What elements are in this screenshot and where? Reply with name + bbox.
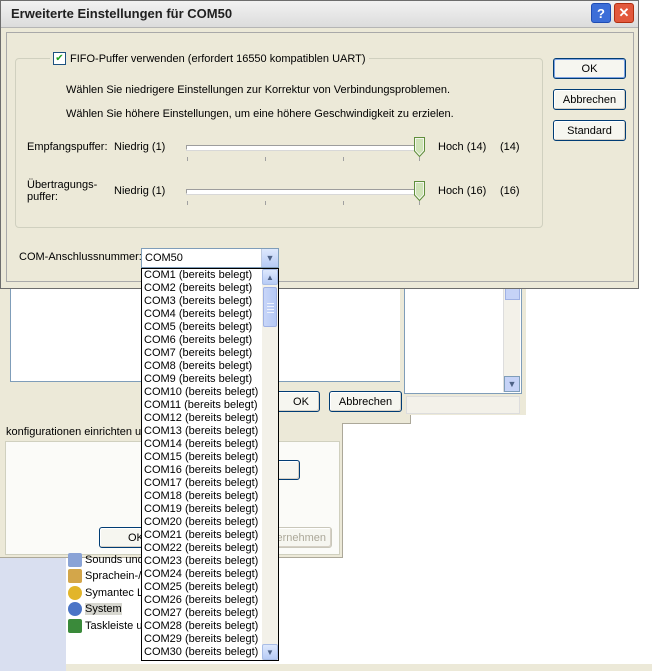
scroll-up-arrow-icon[interactable]: ▲ — [262, 269, 278, 285]
title-bar[interactable]: Erweiterte Einstellungen für COM50 ? ✕ — [1, 1, 638, 28]
chevron-down-icon[interactable]: ▼ — [261, 249, 278, 267]
hint-high-text: Wählen Sie höhere Einstellungen, um eine… — [66, 108, 454, 120]
transmit-buffer-label-2: puffer: — [27, 191, 58, 203]
dropdown-item[interactable]: COM30 (bereits belegt) — [142, 646, 263, 659]
transmit-high-label: Hoch (16) — [438, 185, 487, 197]
receive-tick — [265, 157, 266, 161]
receive-tick — [343, 157, 344, 161]
receive-low-label: Niedrig (1) — [114, 141, 166, 153]
background-cancel-button[interactable]: Abbrechen — [329, 391, 402, 412]
transmit-tick — [265, 201, 266, 205]
dialog-title: Erweiterte Einstellungen für COM50 — [11, 6, 233, 21]
dropdown-item[interactable]: COM10 (bereits belegt) — [142, 386, 263, 399]
symantec-icon — [68, 586, 82, 600]
transmit-slider-thumb[interactable] — [414, 181, 425, 201]
close-button[interactable]: ✕ — [614, 3, 634, 23]
dropdown-scroll-thumb[interactable] — [263, 287, 277, 327]
fifo-label: FIFO-Puffer verwenden (erfordert 16550 k… — [70, 52, 366, 65]
transmit-tick — [187, 201, 188, 205]
dropdown-item[interactable]: COM5 (bereits belegt) — [142, 321, 263, 334]
dropdown-scrollbar[interactable]: ▲ ▼ — [262, 269, 278, 660]
scroll-down-arrow-icon[interactable]: ▼ — [504, 376, 520, 392]
hint-low-text: Wählen Sie niedrigere Einstellungen zur … — [66, 84, 451, 96]
tree-item-sounds[interactable]: Sounds und — [68, 552, 144, 568]
background-window-2-text: konfigurationen einrichten u — [6, 426, 142, 438]
standard-button[interactable]: Standard — [553, 120, 626, 141]
dropdown-item[interactable]: COM3 (bereits belegt) — [142, 295, 263, 308]
dropdown-item[interactable]: COM26 (bereits belegt) — [142, 594, 263, 607]
dropdown-item[interactable]: COM13 (bereits belegt) — [142, 425, 263, 438]
background-hscrollbar[interactable] — [406, 396, 520, 414]
checkmark-icon: ✔ — [55, 52, 64, 64]
cancel-button[interactable]: Abbrechen — [553, 89, 626, 110]
dropdown-item[interactable]: COM17 (bereits belegt) — [142, 477, 263, 490]
dropdown-item[interactable]: COM8 (bereits belegt) — [142, 360, 263, 373]
dropdown-items: COM1 (bereits belegt) COM2 (bereits beleg… — [142, 269, 263, 659]
fifo-checkbox-row[interactable]: ✔ FIFO-Puffer verwenden (erfordert 16550… — [50, 52, 369, 65]
dropdown-item[interactable]: COM9 (bereits belegt) — [142, 373, 263, 386]
tree-item-language[interactable]: Sprachein-/ — [68, 568, 141, 584]
background-scrollbar[interactable]: ▼ — [503, 288, 520, 392]
tree-item-taskbar[interactable]: Taskleiste u — [68, 618, 142, 634]
dropdown-item[interactable]: COM1 (bereits belegt) — [142, 269, 263, 282]
sound-icon — [68, 553, 82, 567]
port-number-combobox[interactable]: COM50 ▼ — [141, 248, 279, 268]
receive-slider-thumb[interactable] — [414, 137, 425, 157]
receive-slider-track[interactable] — [186, 145, 422, 150]
dropdown-item[interactable]: COM25 (bereits belegt) — [142, 581, 263, 594]
dropdown-item[interactable]: COM7 (bereits belegt) — [142, 347, 263, 360]
dropdown-item[interactable]: COM18 (bereits belegt) — [142, 490, 263, 503]
dropdown-item[interactable]: COM12 (bereits belegt) — [142, 412, 263, 425]
dropdown-item[interactable]: COM27 (bereits belegt) — [142, 607, 263, 620]
dropdown-item[interactable]: COM23 (bereits belegt) — [142, 555, 263, 568]
receive-tick — [187, 157, 188, 161]
dropdown-item[interactable]: COM22 (bereits belegt) — [142, 542, 263, 555]
language-icon — [68, 569, 82, 583]
receive-value: (14) — [500, 141, 520, 153]
port-number-value: COM50 — [145, 252, 183, 264]
dropdown-item[interactable]: COM2 (bereits belegt) — [142, 282, 263, 295]
dropdown-item[interactable]: COM24 (bereits belegt) — [142, 568, 263, 581]
port-number-label: COM-Anschlussnummer: — [19, 251, 142, 263]
dropdown-item[interactable]: COM20 (bereits belegt) — [142, 516, 263, 529]
transmit-low-label: Niedrig (1) — [114, 185, 166, 197]
receive-buffer-label: Empfangspuffer: — [27, 141, 108, 153]
dropdown-item[interactable]: COM6 (bereits belegt) — [142, 334, 263, 347]
taskbar-icon — [68, 619, 82, 633]
transmit-tick — [343, 201, 344, 205]
help-button[interactable]: ? — [591, 3, 611, 23]
fifo-checkbox[interactable]: ✔ — [53, 52, 66, 65]
transmit-buffer-label-1: Übertragungs- — [27, 179, 98, 191]
transmit-slider-track[interactable] — [186, 189, 422, 194]
port-dropdown-list[interactable]: COM1 (bereits belegt) COM2 (bereits beleg… — [141, 268, 279, 661]
dropdown-item[interactable]: COM28 (bereits belegt) — [142, 620, 263, 633]
background-scroll-thumb[interactable] — [505, 288, 520, 300]
tree-item-system[interactable]: System — [68, 601, 122, 617]
system-icon — [68, 602, 82, 616]
dropdown-item[interactable]: COM15 (bereits belegt) — [142, 451, 263, 464]
desktop-sidebar — [0, 555, 66, 671]
transmit-value: (16) — [500, 185, 520, 197]
transmit-tick — [419, 201, 420, 205]
dropdown-item[interactable]: COM21 (bereits belegt) — [142, 529, 263, 542]
tree-item-symantec[interactable]: Symantec L — [68, 585, 143, 601]
dropdown-item[interactable]: COM16 (bereits belegt) — [142, 464, 263, 477]
receive-tick — [419, 157, 420, 161]
help-icon: ? — [597, 5, 605, 21]
close-icon: ✕ — [618, 5, 630, 20]
receive-high-label: Hoch (14) — [438, 141, 487, 153]
dropdown-item[interactable]: COM19 (bereits belegt) — [142, 503, 263, 516]
bottom-strip — [66, 664, 652, 671]
dropdown-item[interactable]: COM29 (bereits belegt) — [142, 633, 263, 646]
ok-button[interactable]: OK — [553, 58, 626, 79]
dropdown-item[interactable]: COM11 (bereits belegt) — [142, 399, 263, 412]
dropdown-item[interactable]: COM4 (bereits belegt) — [142, 308, 263, 321]
dropdown-item[interactable]: COM14 (bereits belegt) — [142, 438, 263, 451]
scroll-down-arrow-icon[interactable]: ▼ — [262, 644, 278, 660]
